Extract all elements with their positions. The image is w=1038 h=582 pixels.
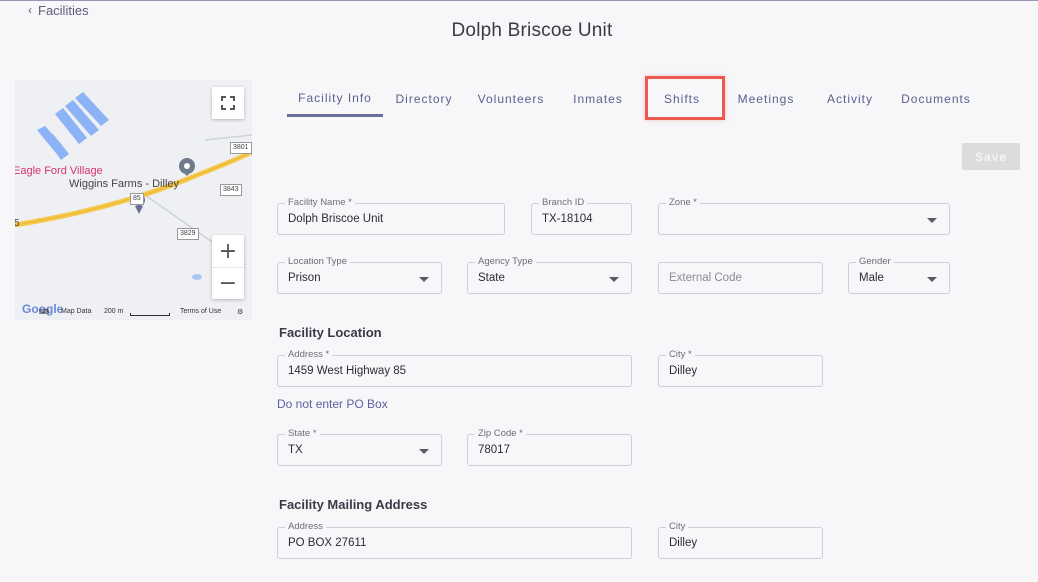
zone-label: Zone * xyxy=(666,197,700,209)
zoom-out-button[interactable]: − xyxy=(212,267,244,299)
fullscreen-button[interactable] xyxy=(212,87,244,119)
tab-facility-info[interactable]: Facility Info xyxy=(287,81,383,117)
location-type-value: Prison xyxy=(288,272,321,284)
fullscreen-icon xyxy=(221,96,235,110)
agency-type-select[interactable]: Agency Type State xyxy=(467,256,632,294)
gender-value: Male xyxy=(859,272,884,284)
map-data-link[interactable]: Map Data xyxy=(61,308,91,315)
mailing-address-heading: Facility Mailing Address xyxy=(279,497,428,512)
state-value: TX xyxy=(288,444,303,456)
map-scale: 200 m xyxy=(104,308,124,315)
facility-tabs: Facility Info Directory Volunteers Inmat… xyxy=(287,81,987,119)
road-sign-3829: 3829 xyxy=(177,228,199,240)
road-sign-3801: 3801 xyxy=(230,142,252,154)
map-footer: Google ⌨ Map Data 200 m Terms of Use ⚙ xyxy=(15,302,252,320)
keyboard-icon[interactable]: ⌨ xyxy=(39,308,49,316)
mailing-city-label: City xyxy=(666,521,689,533)
tab-meetings[interactable]: Meetings xyxy=(731,81,801,117)
zoom-controls: + − xyxy=(212,235,244,299)
tab-documents[interactable]: Documents xyxy=(896,81,976,117)
road-sign-3843: 3843 xyxy=(220,184,242,196)
tab-directory[interactable]: Directory xyxy=(387,81,461,117)
agency-type-value: State xyxy=(478,272,505,284)
facility-name-value: Dolph Briscoe Unit xyxy=(288,213,384,225)
branch-id-field[interactable]: Branch ID TX-18104 xyxy=(531,197,632,235)
map-label-wiggins: Wiggins Farms - Dilley xyxy=(69,178,180,190)
mailing-address-label: Address xyxy=(285,521,326,533)
tab-shifts[interactable]: Shifts xyxy=(650,81,714,117)
page-title: Dolph Briscoe Unit xyxy=(451,20,613,41)
chevron-down-icon xyxy=(927,277,937,282)
address-field[interactable]: Address * 1459 West Highway 85 xyxy=(277,349,632,387)
address-label: Address * xyxy=(285,349,333,361)
city-value: Dilley xyxy=(669,365,698,377)
map-pin-wiggins xyxy=(179,158,195,176)
tab-inmates[interactable]: Inmates xyxy=(565,81,631,117)
back-to-facilities-link[interactable]: ‹ Facilities xyxy=(28,3,89,18)
facility-map[interactable]: Eagle Ford Village Wiggins Farms - Dille… xyxy=(15,80,252,320)
tab-activity[interactable]: Activity xyxy=(819,81,881,117)
zip-code-label: Zip Code * xyxy=(475,428,526,440)
gender-label: Gender xyxy=(856,256,894,268)
branch-id-label: Branch ID xyxy=(539,197,588,209)
mailing-city-field[interactable]: City Dilley xyxy=(658,521,823,559)
location-type-select[interactable]: Location Type Prison xyxy=(277,256,442,294)
facility-name-field[interactable]: Facility Name * Dolph Briscoe Unit xyxy=(277,197,505,235)
save-button[interactable]: Save xyxy=(962,143,1020,170)
scale-bar xyxy=(130,313,170,316)
building-shapes xyxy=(37,92,109,160)
map-label-eagle-ford: Eagle Ford Village xyxy=(15,165,103,177)
branch-id-value: TX-18104 xyxy=(542,213,593,225)
chevron-down-icon xyxy=(419,449,429,454)
city-label: City * xyxy=(666,349,695,361)
mailing-address-field[interactable]: Address PO BOX 27611 xyxy=(277,521,632,559)
map-label-edge: 5 xyxy=(15,218,20,229)
zoom-in-button[interactable]: + xyxy=(212,235,244,267)
zone-select[interactable]: Zone * xyxy=(658,197,950,235)
mailing-address-value: PO BOX 27611 xyxy=(288,537,367,549)
agency-type-label: Agency Type xyxy=(475,256,536,268)
po-box-note: Do not enter PO Box xyxy=(277,397,388,411)
state-label: State * xyxy=(285,428,320,440)
state-select[interactable]: State * TX xyxy=(277,428,442,466)
terms-link[interactable]: Terms of Use xyxy=(180,308,221,315)
chevron-left-icon: ‹ xyxy=(28,2,32,17)
gender-select[interactable]: Gender Male xyxy=(848,256,950,294)
facility-location-heading: Facility Location xyxy=(279,325,382,340)
zip-code-value: 78017 xyxy=(478,444,510,456)
location-type-label: Location Type xyxy=(285,256,350,268)
chevron-down-icon xyxy=(419,277,429,282)
road-sign-85: 85 xyxy=(130,193,144,205)
external-code-field[interactable]: External Code xyxy=(658,262,823,294)
chevron-down-icon xyxy=(609,277,619,282)
chevron-down-icon xyxy=(927,218,937,223)
settings-icon[interactable]: ⚙ xyxy=(237,308,243,316)
address-value: 1459 West Highway 85 xyxy=(288,365,407,377)
external-code-placeholder: External Code xyxy=(669,272,742,284)
back-link-label: Facilities xyxy=(38,3,89,18)
tab-volunteers[interactable]: Volunteers xyxy=(471,81,551,117)
facility-name-label: Facility Name * xyxy=(285,197,355,209)
mailing-city-value: Dilley xyxy=(669,537,698,549)
city-field[interactable]: City * Dilley xyxy=(658,349,823,387)
zip-code-field[interactable]: Zip Code * 78017 xyxy=(467,428,632,466)
